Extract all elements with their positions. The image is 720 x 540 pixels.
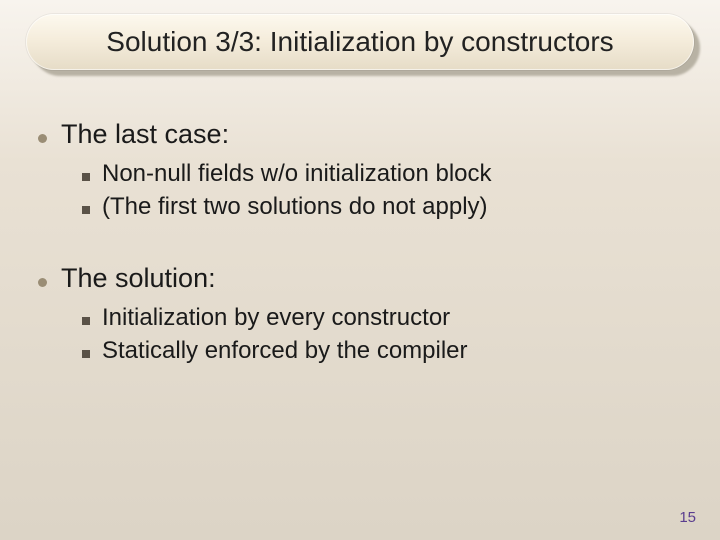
- bullet-1-subgroup: Non-null fields w/o initialization block…: [82, 158, 702, 222]
- sub-bullet-label: (The first two solutions do not apply): [102, 191, 488, 222]
- square-bullet-icon: [82, 317, 90, 325]
- page-number: 15: [679, 509, 696, 526]
- sub-bullet: Statically enforced by the compiler: [82, 335, 702, 366]
- sub-bullet: (The first two solutions do not apply): [82, 191, 702, 222]
- title-pill: Solution 3/3: Initialization by construc…: [26, 14, 694, 70]
- content-area: The last case: Non-null fields w/o initi…: [18, 118, 702, 366]
- square-bullet-icon: [82, 350, 90, 358]
- sub-bullet: Initialization by every constructor: [82, 302, 702, 333]
- bullet-1-label: The last case:: [61, 118, 229, 152]
- bullet-dot-icon: [38, 134, 47, 143]
- bullet-dot-icon: [38, 278, 47, 287]
- slide: Solution 3/3: Initialization by construc…: [0, 0, 720, 540]
- bullet-1: The last case:: [38, 118, 702, 152]
- sub-bullet-label: Statically enforced by the compiler: [102, 335, 468, 366]
- slide-title: Solution 3/3: Initialization by construc…: [106, 26, 613, 58]
- square-bullet-icon: [82, 173, 90, 181]
- bullet-2-subgroup: Initialization by every constructor Stat…: [82, 302, 702, 366]
- title-container: Solution 3/3: Initialization by construc…: [26, 14, 694, 70]
- sub-bullet: Non-null fields w/o initialization block: [82, 158, 702, 189]
- sub-bullet-label: Non-null fields w/o initialization block: [102, 158, 492, 189]
- bullet-2-label: The solution:: [61, 262, 216, 296]
- sub-bullet-label: Initialization by every constructor: [102, 302, 450, 333]
- bullet-2: The solution:: [38, 262, 702, 296]
- square-bullet-icon: [82, 206, 90, 214]
